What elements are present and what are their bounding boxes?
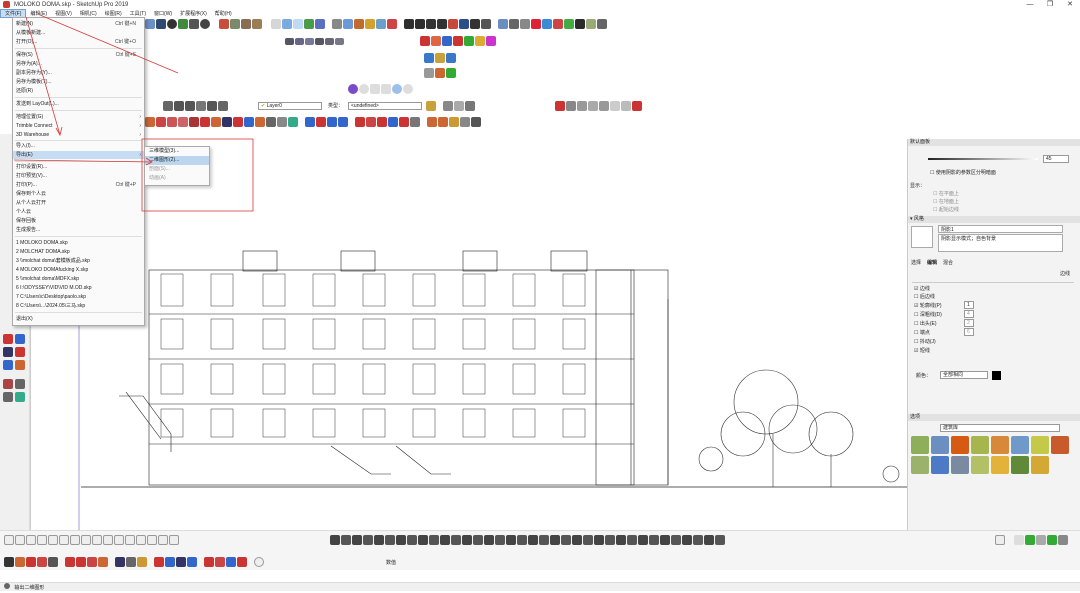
annotation-overlay xyxy=(13,14,254,212)
